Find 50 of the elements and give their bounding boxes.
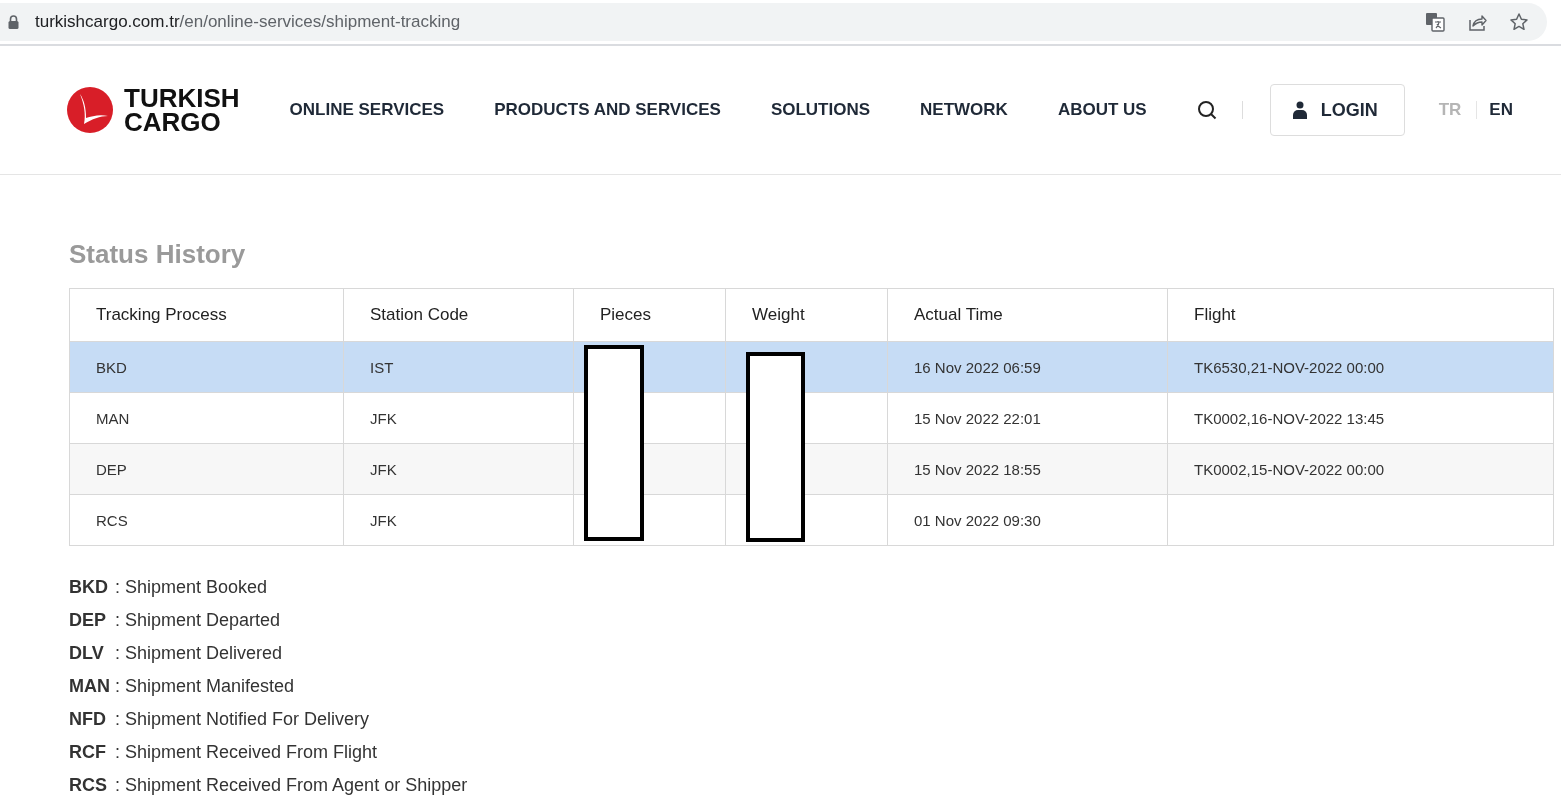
legend-description: : Shipment Booked	[115, 576, 268, 599]
table-cell: MAN	[96, 409, 130, 427]
legend-code: RCS	[69, 774, 108, 797]
table-cell: 01 Nov 2022 09:30	[914, 511, 1041, 529]
table-cell: IST	[370, 358, 394, 376]
table-cell: TK0002,16-NOV-2022 13:45	[1194, 409, 1385, 427]
legend-description: : Shipment Manifested	[115, 675, 295, 698]
legend-code: BKD	[69, 576, 109, 599]
legend-code: DEP	[69, 609, 107, 632]
column-header: Actual Time	[887, 288, 1168, 342]
table-cell: TK6530,21-NOV-2022 00:00	[1194, 358, 1385, 376]
legend-code: NFD	[69, 708, 107, 731]
column-header: Tracking Process	[69, 288, 344, 342]
legend-description: : Shipment Departed	[115, 609, 281, 632]
legend-description: : Shipment Received From Flight	[115, 741, 378, 764]
table-cell: TK0002,15-NOV-2022 00:00	[1194, 460, 1385, 478]
login-button[interactable]: LOGIN	[1269, 84, 1405, 136]
nav-link[interactable]: PRODUCTS AND SERVICES	[494, 100, 721, 120]
logo[interactable]: TURKISH CARGO	[66, 86, 240, 134]
table-cell: 15 Nov 2022 18:55	[914, 460, 1041, 478]
table-row[interactable]: DEP JFK 15 Nov 2022 18:55 TK0002,15-NOV-2022 00:00	[69, 443, 1554, 495]
table-cell: 15 Nov 2022 22:01	[914, 409, 1041, 427]
nav-link[interactable]: ONLINE SERVICES	[289, 100, 445, 120]
table-cell: DEP	[96, 460, 127, 478]
logo-text: CARGO	[124, 110, 222, 134]
legend-description: : Shipment Received From Agent or Shipper	[115, 774, 468, 797]
column-header: Weight	[725, 288, 888, 342]
table-cell: RCS	[96, 511, 128, 529]
legend-code: DLV	[69, 642, 105, 665]
legend-description: : Shipment Delivered	[115, 642, 283, 665]
table-cell: JFK	[370, 409, 397, 427]
table-row[interactable]: BKD IST 16 Nov 2022 06:59 TK6530,21-NOV-2022 00:00	[69, 341, 1554, 393]
language-link[interactable]: EN	[1489, 100, 1513, 120]
legend-code: RCF	[69, 741, 107, 764]
url-text: turkishcargo.com.tr/en/online-services/shipment-tracking	[35, 12, 461, 32]
table-cell: JFK	[370, 460, 397, 478]
address-bar[interactable]: turkishcargo.com.tr/en/online-services/shipment-tracking	[0, 3, 1547, 41]
nav-link[interactable]: NETWORK	[920, 100, 1008, 120]
column-header: Station Code	[343, 288, 574, 342]
column-header: Pieces	[573, 288, 726, 342]
nav-link[interactable]: ABOUT US	[1057, 100, 1147, 120]
logo-text: TURKISH	[124, 86, 240, 110]
section-title: Status History	[69, 239, 247, 270]
table-cell: 16 Nov 2022 06:59	[914, 358, 1041, 376]
table-cell: BKD	[96, 358, 127, 376]
table-cell: JFK	[370, 511, 397, 529]
legend-description: : Shipment Notified For Delivery	[115, 708, 370, 731]
nav-link[interactable]: SOLUTIONS	[770, 100, 871, 120]
legend-code: MAN	[69, 675, 111, 698]
column-header: Flight	[1167, 288, 1554, 342]
